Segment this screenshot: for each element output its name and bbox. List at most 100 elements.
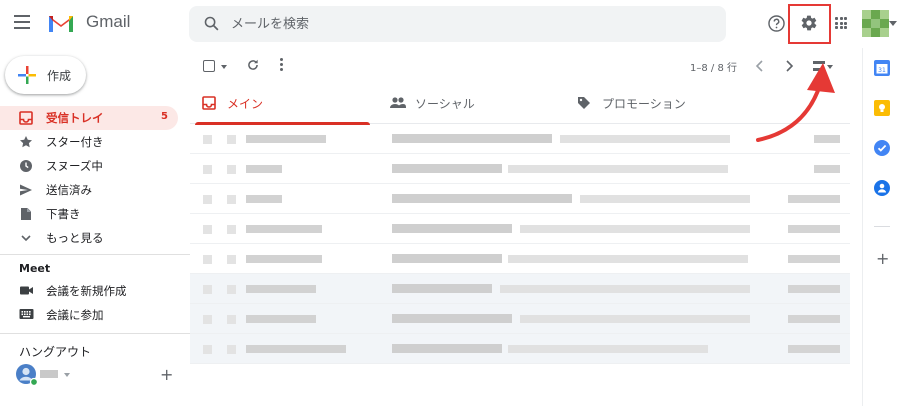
plus-icon	[18, 66, 36, 84]
row-checkbox[interactable]	[203, 315, 212, 324]
contacts-icon[interactable]	[874, 180, 890, 196]
sidebar-item-snoozed[interactable]: スヌーズ中	[0, 154, 180, 178]
gmail-window: Gmail メールを検索 作成 受信トレイ 5 スター付き スヌーズ中 送信済み…	[0, 0, 900, 406]
density-icon[interactable]	[812, 59, 826, 73]
email-row[interactable]	[190, 154, 850, 184]
inbox-icon	[19, 111, 33, 125]
row-checkbox[interactable]	[203, 225, 212, 234]
meet-section-title: Meet	[19, 262, 51, 275]
select-all-checkbox[interactable]	[203, 60, 215, 72]
row-star-icon[interactable]	[227, 315, 236, 324]
hangouts-section-title: ハングアウト	[19, 345, 92, 359]
row-checkbox[interactable]	[203, 285, 212, 294]
row-star-icon[interactable]	[227, 165, 236, 174]
date-blurred	[788, 345, 840, 353]
divider	[0, 254, 190, 255]
main-menu-icon[interactable]	[14, 15, 30, 29]
tab-primary[interactable]: メイン	[190, 84, 370, 125]
refresh-icon[interactable]	[246, 58, 260, 72]
divider	[874, 226, 890, 227]
tab-promotions[interactable]: プロモーション	[565, 84, 745, 124]
mail-toolbar: 1–8 / 8 行	[190, 50, 850, 82]
email-row[interactable]	[190, 184, 850, 214]
sender-blurred	[246, 195, 282, 203]
tasks-icon[interactable]	[874, 140, 890, 156]
sidebar-nav: 受信トレイ 5 スター付き スヌーズ中 送信済み 下書き もっと見る	[0, 106, 180, 250]
sender-blurred	[246, 315, 316, 323]
sidebar-item-label: 送信済み	[46, 183, 92, 197]
sidebar-item-drafts[interactable]: 下書き	[0, 202, 180, 226]
sender-blurred	[246, 345, 346, 353]
chevron-right-icon[interactable]	[784, 60, 794, 72]
email-row[interactable]	[190, 304, 850, 334]
compose-label: 作成	[47, 69, 72, 83]
subject-blurred	[392, 134, 552, 143]
gmail-logo[interactable]	[47, 12, 75, 34]
row-checkbox[interactable]	[203, 255, 212, 264]
meet-item-label: 会議に参加	[46, 308, 104, 322]
search-icon[interactable]	[203, 15, 220, 32]
tab-social[interactable]: ソーシャル	[378, 84, 558, 124]
get-addons-icon[interactable]: +	[876, 249, 889, 268]
gear-icon[interactable]	[800, 14, 818, 32]
email-row[interactable]	[190, 214, 850, 244]
snippet-blurred	[508, 255, 748, 263]
sidebar-item-label: スヌーズ中	[46, 159, 103, 173]
sidebar-item-label: 受信トレイ	[46, 111, 104, 125]
draft-icon	[21, 208, 31, 220]
snippet-blurred	[508, 345, 708, 353]
email-row[interactable]	[190, 244, 850, 274]
email-row[interactable]	[190, 124, 850, 154]
select-options-icon[interactable]	[221, 65, 227, 69]
search-input[interactable]	[231, 14, 671, 34]
more-vert-icon[interactable]	[280, 58, 284, 72]
sidebar-item-more[interactable]: もっと見る	[0, 226, 180, 250]
tab-label: メイン	[227, 97, 264, 111]
hangout-username-blurred[interactable]	[40, 370, 58, 378]
row-star-icon[interactable]	[227, 135, 236, 144]
help-icon[interactable]	[767, 14, 786, 33]
user-avatar-icon[interactable]	[15, 363, 39, 387]
row-star-icon[interactable]	[227, 225, 236, 234]
clock-icon	[20, 160, 32, 172]
snippet-blurred	[580, 195, 750, 203]
email-row[interactable]	[190, 334, 850, 364]
sidebar-item-sent[interactable]: 送信済み	[0, 178, 180, 202]
side-panel: 31 +	[862, 48, 900, 406]
row-checkbox[interactable]	[203, 165, 212, 174]
app-name: Gmail	[86, 12, 131, 31]
date-blurred	[788, 255, 840, 263]
compose-button[interactable]: 作成	[5, 56, 86, 94]
meet-join-meeting[interactable]: 会議に参加	[0, 303, 180, 327]
tab-label: プロモーション	[602, 97, 686, 111]
hangout-status-dropdown-icon[interactable]	[64, 373, 70, 377]
meet-new-meeting[interactable]: 会議を新規作成	[0, 279, 180, 303]
keep-icon[interactable]	[874, 100, 890, 116]
chevron-left-icon[interactable]	[755, 60, 765, 72]
row-star-icon[interactable]	[227, 255, 236, 264]
avatar[interactable]	[862, 10, 889, 37]
search-options-icon[interactable]	[889, 21, 897, 26]
tag-icon	[578, 97, 590, 109]
subject-blurred	[392, 284, 492, 293]
row-checkbox[interactable]	[203, 345, 212, 354]
density-dropdown-icon[interactable]	[827, 65, 833, 69]
svg-text:31: 31	[878, 67, 886, 74]
keyboard-icon	[19, 309, 34, 319]
calendar-icon[interactable]: 31	[874, 60, 890, 76]
subject-blurred	[392, 344, 502, 353]
row-checkbox[interactable]	[203, 135, 212, 144]
sidebar-item-label: 下書き	[46, 207, 81, 221]
date-blurred	[788, 315, 840, 323]
sidebar-item-inbox[interactable]: 受信トレイ 5	[0, 106, 178, 130]
sidebar-item-starred[interactable]: スター付き	[0, 130, 180, 154]
row-star-icon[interactable]	[227, 195, 236, 204]
apps-grid-icon[interactable]	[835, 17, 847, 29]
row-star-icon[interactable]	[227, 285, 236, 294]
date-blurred	[788, 225, 840, 233]
email-row[interactable]	[190, 274, 850, 304]
row-checkbox[interactable]	[203, 195, 212, 204]
divider	[0, 333, 190, 334]
row-star-icon[interactable]	[227, 345, 236, 354]
add-hangout-icon[interactable]: +	[160, 365, 173, 384]
